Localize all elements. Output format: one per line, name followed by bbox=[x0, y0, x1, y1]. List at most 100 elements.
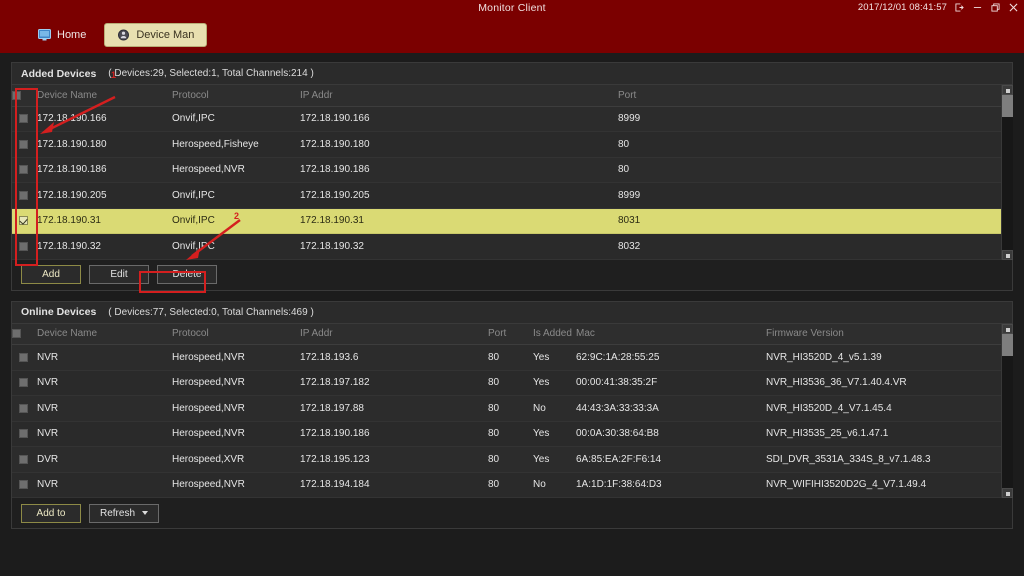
add-to-button[interactable]: Add to bbox=[21, 503, 81, 523]
added-devices-title: Added Devices bbox=[21, 67, 97, 80]
scroll-up-arrow[interactable] bbox=[1002, 323, 1013, 334]
row-checkbox[interactable] bbox=[18, 352, 28, 362]
title-bar-right: 2017/12/01 08:41:57 bbox=[858, 1, 1019, 13]
cell-is-added: No bbox=[530, 472, 573, 498]
col-mac: Mac bbox=[573, 323, 763, 345]
online-devices-body: NVR Herospeed,NVR 172.18.193.6 80 Yes 62… bbox=[12, 344, 1012, 498]
cell-device-name: NVR bbox=[34, 421, 169, 447]
cell-protocol: Onvif,IPC bbox=[169, 208, 297, 234]
cell-port: 8999 bbox=[615, 182, 1012, 209]
table-row[interactable]: 172.18.190.32 Onvif,IPC 172.18.190.32 80… bbox=[12, 233, 1012, 260]
tab-device-man-label: Device Man bbox=[136, 29, 195, 41]
cell-device-name: 172.18.190.186 bbox=[34, 157, 169, 183]
online-devices-scrollbar[interactable] bbox=[1001, 323, 1013, 498]
row-checkbox[interactable] bbox=[18, 403, 28, 413]
cell-ip-addr: 172.18.194.184 bbox=[297, 472, 485, 498]
delete-button[interactable]: Delete bbox=[157, 265, 217, 284]
close-icon[interactable] bbox=[1008, 1, 1019, 13]
cell-mac: 1A:1D:1F:38:64:D3 bbox=[573, 472, 763, 498]
col-protocol: Protocol bbox=[169, 85, 297, 107]
add-button[interactable]: Add bbox=[21, 265, 81, 284]
table-row[interactable]: NVR Herospeed,NVR 172.18.193.6 80 Yes 62… bbox=[12, 344, 1012, 371]
table-row[interactable]: 172.18.190.186 Herospeed,NVR 172.18.190.… bbox=[12, 157, 1012, 183]
cell-protocol: Herospeed,Fisheye bbox=[169, 131, 297, 158]
main-content: Added Devices ( Devices:29, Selected:1, … bbox=[0, 53, 1024, 576]
tab-home-label: Home bbox=[57, 29, 87, 41]
cell-port: 80 bbox=[485, 344, 530, 371]
cell-protocol: Onvif,IPC bbox=[169, 106, 297, 132]
table-row[interactable]: NVR Herospeed,NVR 172.18.197.182 80 Yes … bbox=[12, 370, 1012, 396]
cell-firmware: SDI_DVR_3531A_334S_8_v7.1.48.3 bbox=[763, 446, 1012, 473]
table-row[interactable]: NVR Herospeed,NVR 172.18.190.186 80 Yes … bbox=[12, 421, 1012, 447]
cell-protocol: Herospeed,NVR bbox=[169, 157, 297, 183]
cell-mac: 6A:85:EA:2F:F6:14 bbox=[573, 446, 763, 473]
added-devices-table: Device Name Protocol IP Addr Port 172.18… bbox=[12, 85, 1012, 260]
cell-protocol: Herospeed,NVR bbox=[169, 344, 297, 371]
title-bar: Monitor Client 2017/12/01 08:41:57 bbox=[0, 0, 1024, 17]
cell-device-name: DVR bbox=[34, 446, 169, 473]
cell-ip-addr: 172.18.195.123 bbox=[297, 446, 485, 473]
cell-device-name: 172.18.190.32 bbox=[34, 233, 169, 260]
table-row[interactable]: NVR Herospeed,NVR 172.18.197.88 80 No 44… bbox=[12, 395, 1012, 422]
row-checkbox[interactable] bbox=[18, 429, 28, 439]
scroll-track[interactable] bbox=[1002, 95, 1013, 250]
cell-firmware: NVR_HI3536_36_V7.1.40.4.VR bbox=[763, 370, 1012, 396]
row-checkbox[interactable] bbox=[18, 114, 28, 124]
logout-icon[interactable] bbox=[954, 1, 965, 13]
row-checkbox[interactable] bbox=[18, 480, 28, 490]
table-row[interactable]: DVR Herospeed,XVR 172.18.195.123 80 Yes … bbox=[12, 446, 1012, 473]
table-row[interactable]: 172.18.190.180 Herospeed,Fisheye 172.18.… bbox=[12, 131, 1012, 158]
clock: 2017/12/01 08:41:57 bbox=[857, 1, 947, 13]
cell-is-added: Yes bbox=[530, 421, 573, 447]
row-checkbox-checked[interactable] bbox=[18, 216, 28, 226]
select-all-checkbox[interactable] bbox=[12, 329, 21, 339]
select-all-header[interactable] bbox=[12, 323, 34, 345]
refresh-button[interactable]: Refresh bbox=[89, 503, 160, 523]
tab-home[interactable]: Home bbox=[26, 23, 98, 47]
cell-ip-addr: 172.18.190.180 bbox=[297, 131, 615, 158]
scroll-down-arrow[interactable] bbox=[1002, 488, 1013, 498]
minimize-icon[interactable] bbox=[972, 1, 983, 13]
col-device-name: Device Name bbox=[34, 323, 169, 345]
scroll-thumb[interactable] bbox=[1002, 95, 1013, 117]
scroll-down-arrow[interactable] bbox=[1002, 249, 1013, 260]
row-checkbox[interactable] bbox=[18, 454, 28, 464]
row-checkbox[interactable] bbox=[18, 139, 28, 149]
row-checkbox[interactable] bbox=[18, 165, 28, 175]
cell-device-name: NVR bbox=[34, 370, 169, 396]
col-device-name: Device Name bbox=[34, 85, 169, 107]
table-row[interactable]: NVR Herospeed,NVR 172.18.194.184 80 No 1… bbox=[12, 472, 1012, 498]
select-all-header[interactable] bbox=[12, 85, 34, 107]
select-all-checkbox[interactable] bbox=[12, 90, 21, 100]
added-devices-scrollbar[interactable] bbox=[1001, 85, 1013, 260]
cell-ip-addr: 172.18.190.205 bbox=[297, 182, 615, 209]
cell-port: 80 bbox=[485, 370, 530, 396]
online-devices-panel: Online Devices ( Devices:77, Selected:0,… bbox=[11, 300, 1013, 529]
cell-firmware: NVR_HI3535_25_v6.1.47.1 bbox=[763, 421, 1012, 447]
scroll-thumb[interactable] bbox=[1002, 333, 1013, 356]
restore-icon[interactable] bbox=[990, 1, 1001, 13]
table-row[interactable]: 172.18.190.205 Onvif,IPC 172.18.190.205 … bbox=[12, 182, 1012, 209]
cell-protocol: Onvif,IPC bbox=[169, 233, 297, 260]
table-row-selected[interactable]: 172.18.190.31 Onvif,IPC 172.18.190.31 80… bbox=[12, 208, 1012, 234]
edit-button[interactable]: Edit bbox=[89, 265, 149, 284]
added-devices-table-wrap: Device Name Protocol IP Addr Port 172.18… bbox=[12, 85, 1013, 260]
added-devices-panel: Added Devices ( Devices:29, Selected:1, … bbox=[11, 62, 1013, 291]
table-row[interactable]: 172.18.190.166 Onvif,IPC 172.18.190.166 … bbox=[12, 106, 1012, 132]
cell-is-added: Yes bbox=[530, 370, 573, 396]
tab-device-man[interactable]: Device Man bbox=[104, 23, 208, 47]
row-checkbox[interactable] bbox=[18, 378, 28, 388]
cell-ip-addr: 172.18.193.6 bbox=[297, 344, 485, 371]
cell-port: 80 bbox=[485, 472, 530, 498]
online-devices-title: Online Devices bbox=[21, 306, 97, 318]
device-icon bbox=[117, 29, 130, 41]
added-devices-header: Added Devices ( Devices:29, Selected:1, … bbox=[12, 63, 1012, 85]
scroll-track[interactable] bbox=[1002, 333, 1013, 488]
cell-port: 80 bbox=[485, 421, 530, 447]
chevron-down-icon[interactable] bbox=[142, 511, 149, 515]
cell-port: 80 bbox=[485, 446, 530, 473]
row-checkbox[interactable] bbox=[18, 190, 28, 200]
row-checkbox[interactable] bbox=[18, 241, 28, 251]
scroll-up-arrow[interactable] bbox=[1002, 85, 1013, 95]
cell-is-added: No bbox=[530, 395, 573, 422]
